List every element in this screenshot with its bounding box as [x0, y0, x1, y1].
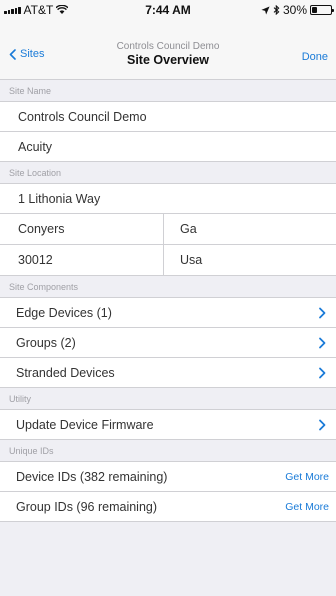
site-overview-content: Site Name Controls Council Demo Acuity S… [0, 80, 336, 522]
country-field[interactable]: Usa [164, 245, 336, 275]
section-header-site-location: Site Location [0, 162, 336, 184]
section-header-site-components: Site Components [0, 276, 336, 298]
update-firmware-label: Update Device Firmware [16, 417, 154, 432]
nav-bar: Sites Controls Council Demo Site Overvie… [0, 20, 336, 80]
groups-label: Groups (2) [16, 335, 76, 350]
status-right: 30% [261, 3, 334, 17]
get-more-group-ids-button[interactable]: Get More [285, 492, 329, 521]
get-more-device-ids-button[interactable]: Get More [285, 462, 329, 491]
bluetooth-icon [273, 5, 280, 15]
nav-title-group: Controls Council Demo Site Overview [0, 41, 336, 67]
site-name-field[interactable]: Controls Council Demo [0, 102, 336, 132]
section-header-site-name: Site Name [0, 80, 336, 102]
city-state-row: Conyers Ga [0, 214, 336, 245]
section-header-unique-ids: Unique IDs [0, 440, 336, 462]
battery-icon [310, 5, 334, 15]
groups-row[interactable]: Groups (2) [0, 328, 336, 358]
zip-field[interactable]: 30012 [0, 245, 164, 275]
device-ids-label: Device IDs (382 remaining) [16, 469, 168, 484]
location-arrow-icon [261, 5, 270, 15]
company-field[interactable]: Acuity [0, 132, 336, 162]
battery-percent: 30% [282, 3, 307, 17]
device-ids-row: Device IDs (382 remaining) Get More [0, 462, 336, 492]
city-field[interactable]: Conyers [0, 214, 164, 244]
page-title: Site Overview [127, 53, 209, 67]
edge-devices-row[interactable]: Edge Devices (1) [0, 298, 336, 328]
update-firmware-row[interactable]: Update Device Firmware [0, 410, 336, 440]
stranded-devices-row[interactable]: Stranded Devices [0, 358, 336, 388]
address-field[interactable]: 1 Lithonia Way [0, 184, 336, 214]
done-button[interactable]: Done [302, 51, 328, 63]
nav-subtitle: Controls Council Demo [116, 41, 220, 52]
chevron-right-icon [319, 419, 326, 431]
battery-fill [312, 7, 318, 13]
group-ids-row: Group IDs (96 remaining) Get More [0, 492, 336, 522]
section-header-utility: Utility [0, 388, 336, 410]
chevron-right-icon [319, 337, 326, 349]
edge-devices-label: Edge Devices (1) [16, 305, 112, 320]
chevron-right-icon [319, 307, 326, 319]
stranded-devices-label: Stranded Devices [16, 365, 115, 380]
state-field[interactable]: Ga [164, 214, 336, 244]
group-ids-label: Group IDs (96 remaining) [16, 499, 158, 514]
zip-country-row: 30012 Usa [0, 245, 336, 276]
status-bar: AT&T 7:44 AM 30% [0, 0, 336, 20]
chevron-right-icon [319, 367, 326, 379]
